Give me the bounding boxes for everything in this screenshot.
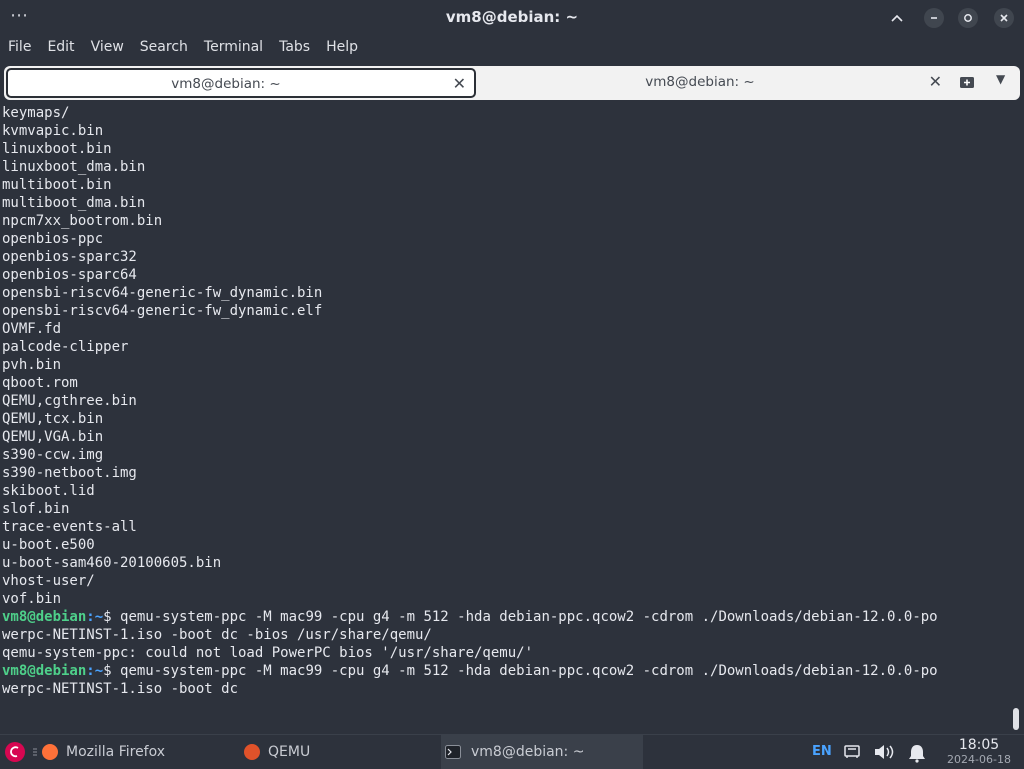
taskbar-app-label: QEMU xyxy=(268,744,311,760)
firefox-icon xyxy=(42,744,58,760)
menu-bar: File Edit View Search Terminal Tabs Help xyxy=(0,35,1024,61)
output-line: linuxboot.bin xyxy=(2,141,112,157)
close-tab-icon[interactable]: ✕ xyxy=(453,74,466,93)
menu-view[interactable]: View xyxy=(83,35,132,61)
taskbar-app-firefox[interactable]: Mozilla Firefox xyxy=(42,735,232,769)
taskbar-app-terminal[interactable]: vm8@debian: ~ xyxy=(441,735,643,769)
tab-bar: vm8@debian: ~ ✕ vm8@debian: ~ ✕ ▼ xyxy=(0,62,1024,104)
output-line: openbios-ppc xyxy=(2,231,104,247)
output-line: multiboot_dma.bin xyxy=(2,195,146,211)
output-line: vhost-user/ xyxy=(2,573,95,589)
output-line: vof.bin xyxy=(2,591,62,607)
volume-icon[interactable] xyxy=(873,743,897,765)
menu-edit[interactable]: Edit xyxy=(39,35,82,61)
tab-menu-icon[interactable]: ▼ xyxy=(996,72,1005,86)
menu-help[interactable]: Help xyxy=(318,35,366,61)
menu-tabs[interactable]: Tabs xyxy=(271,35,318,61)
command-text: $ qemu-system-ppc -M mac99 -cpu g4 -m 51… xyxy=(103,609,938,625)
tab-1[interactable]: vm8@debian: ~ ✕ xyxy=(6,68,476,98)
terminal-output[interactable]: keymaps/ kvmvapic.bin linuxboot.bin linu… xyxy=(0,104,1012,732)
close-window-button[interactable] xyxy=(994,8,1014,28)
command-line: vm8@debian:~$ qemu-system-ppc -M mac99 -… xyxy=(0,662,1012,680)
clock-date: 2024-06-18 xyxy=(947,753,1011,766)
output-line: s390-netboot.img xyxy=(2,465,137,481)
prompt-path: :~ xyxy=(86,609,104,625)
output-line: QEMU,tcx.bin xyxy=(2,411,104,427)
output-line: opensbi-riscv64-generic-fw_dynamic.bin xyxy=(2,285,323,301)
notifications-bell-icon[interactable] xyxy=(906,743,928,767)
terminal-icon xyxy=(445,745,461,759)
command-line: vm8@debian:~$ qemu-system-ppc -M mac99 -… xyxy=(0,608,1012,626)
keyboard-layout-indicator[interactable]: EN xyxy=(812,744,832,759)
tab-label: vm8@debian: ~ xyxy=(171,76,281,92)
title-bar: ⋯ vm8@debian: ~ xyxy=(0,0,1024,35)
output-line: QEMU,cgthree.bin xyxy=(2,393,137,409)
output-line: kvmvapic.bin xyxy=(2,123,104,139)
clock-time[interactable]: 18:05 xyxy=(942,737,1016,753)
output-line: QEMU,VGA.bin xyxy=(2,429,104,445)
output-line: keymaps/ xyxy=(2,105,70,121)
output-line: openbios-sparc64 xyxy=(2,267,137,283)
output-line: slof.bin xyxy=(2,501,70,517)
tab-2[interactable]: vm8@debian: ~ ✕ xyxy=(480,68,950,98)
scrollbar-thumb[interactable] xyxy=(1013,708,1019,730)
taskbar-app-label: vm8@debian: ~ xyxy=(471,744,585,760)
minimize-button[interactable] xyxy=(924,8,944,28)
tab-strip: vm8@debian: ~ ✕ vm8@debian: ~ ✕ ▼ xyxy=(4,66,1020,100)
maximize-button[interactable] xyxy=(958,8,978,28)
output-line: linuxboot_dma.bin xyxy=(2,159,146,175)
menu-terminal[interactable]: Terminal xyxy=(196,35,271,61)
output-line: u-boot.e500 xyxy=(2,537,95,553)
window-title: vm8@debian: ~ xyxy=(445,8,579,26)
command-wrap-line: werpc-NETINST-1.iso -boot dc -bios /usr/… xyxy=(2,627,432,643)
output-line: trace-events-all xyxy=(2,519,137,535)
menu-file[interactable]: File xyxy=(0,35,39,61)
menu-search[interactable]: Search xyxy=(132,35,196,61)
qemu-icon xyxy=(244,744,260,760)
network-icon[interactable] xyxy=(843,743,861,763)
new-tab-icon[interactable] xyxy=(958,74,978,92)
output-line: opensbi-riscv64-generic-fw_dynamic.elf xyxy=(2,303,323,319)
command-text: $ qemu-system-ppc -M mac99 -cpu g4 -m 51… xyxy=(103,663,938,679)
output-line: u-boot-sam460-20100605.bin xyxy=(2,555,222,571)
tab-label: vm8@debian: ~ xyxy=(645,74,755,90)
taskbar-app-qemu[interactable]: QEMU xyxy=(244,735,434,769)
output-line: s390-ccw.img xyxy=(2,447,104,463)
output-line: palcode-clipper xyxy=(2,339,129,355)
command-wrap-line: werpc-NETINST-1.iso -boot dc xyxy=(2,681,239,697)
output-line: OVMF.fd xyxy=(2,321,62,337)
output-line: qboot.rom xyxy=(2,375,78,391)
error-line: qemu-system-ppc: could not load PowerPC … xyxy=(2,645,534,661)
window-list-grip-icon[interactable] xyxy=(32,735,38,769)
output-line: multiboot.bin xyxy=(2,177,112,193)
output-line: npcm7xx_bootrom.bin xyxy=(2,213,163,229)
output-line: pvh.bin xyxy=(2,357,62,373)
taskbar: Mozilla Firefox QEMU vm8@debian: ~ EN 18… xyxy=(0,734,1024,769)
chevron-up-icon[interactable] xyxy=(887,8,907,28)
prompt-user: vm8@debian xyxy=(2,609,87,625)
output-line: openbios-sparc32 xyxy=(2,249,137,265)
taskbar-app-label: Mozilla Firefox xyxy=(66,744,166,760)
close-tab-icon[interactable]: ✕ xyxy=(929,72,942,91)
prompt-user: vm8@debian xyxy=(2,663,87,679)
prompt-path: :~ xyxy=(86,663,104,679)
debian-menu-icon[interactable] xyxy=(4,735,26,769)
output-line: skiboot.lid xyxy=(2,483,95,499)
